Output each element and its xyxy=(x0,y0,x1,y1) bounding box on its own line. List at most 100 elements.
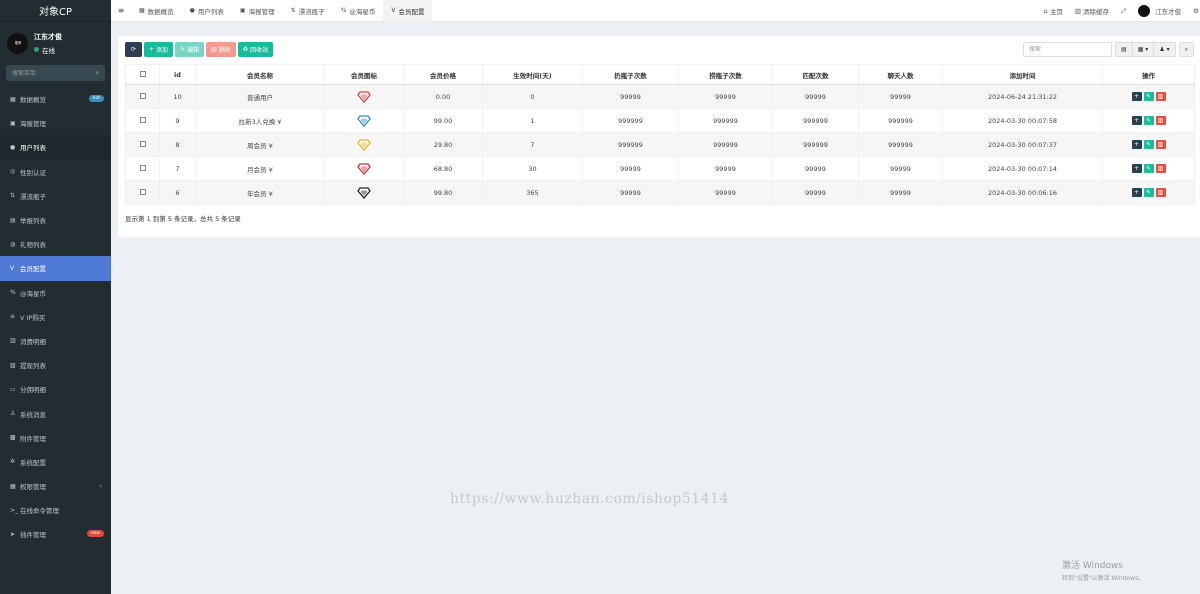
sidebar-item-message[interactable]: ♙ 系统消息 xyxy=(0,401,111,425)
sidebar-item-report[interactable]: ▤ 举报列表 xyxy=(0,208,111,232)
columns-button[interactable]: ▦ ▾ xyxy=(1131,42,1155,57)
export-button[interactable]: ♟ ▾ xyxy=(1153,42,1176,57)
column-header[interactable]: 会员名称 xyxy=(195,64,325,85)
sidebar-item-label: 系统消息 xyxy=(20,410,46,419)
cell-throw: 99999 xyxy=(582,180,679,205)
menu-toggle-icon[interactable]: ≡ xyxy=(111,6,131,15)
sidebar: 对象CP 推荐 江东才俊 在线 ⌕ ▦ 数据概览 hot ▣ 海报管理 ● 用户列表 ◎ 性别认… xyxy=(0,0,111,594)
fullscreen-icon[interactable]: ⤢ xyxy=(1115,7,1132,16)
sidebar-item-bottle[interactable]: ⇅ 漂流瓶子 xyxy=(0,184,111,208)
table-row[interactable]: 7 月会员 ¥68.80 30 99999 99999 99999 99999 2024-03… xyxy=(125,156,1195,181)
edit-button[interactable]: ✎ 编辑 xyxy=(175,42,205,57)
tab-bottle[interactable]: ⇅ 漂流瓶子 xyxy=(283,0,333,22)
tab-vip[interactable]: V 会员配置 xyxy=(383,0,433,22)
table-search-input[interactable] xyxy=(1023,42,1113,57)
column-header[interactable]: 操作 xyxy=(1102,64,1195,85)
sidebar-item-user[interactable]: ● 用户列表 xyxy=(0,135,111,160)
recycle-bin-button[interactable]: ♻ 回收站 xyxy=(237,42,274,57)
tab-poster[interactable]: ▣ 海报管理 xyxy=(232,0,283,22)
drag-button[interactable]: + xyxy=(1131,92,1142,101)
cell-price: 0.00 xyxy=(403,84,483,109)
delete-row-button[interactable]: ▥ xyxy=(1155,188,1166,197)
table-row[interactable]: 8 周会员 ¥29.80 7 999999 999999 999999 999999 2024… xyxy=(125,132,1195,157)
cell-pick: 99999 xyxy=(678,156,773,181)
tab-bar: ▦ 数据概览 ● 用户列表 ▣ 海报管理 ⇅ 漂流瓶子% @海星币 V 会员配置 xyxy=(131,0,433,22)
refresh-button[interactable]: ⟳ xyxy=(125,42,142,57)
sidebar-item-purchase[interactable]: ≡ V IP购买 xyxy=(0,305,111,329)
sidebar-item-gender[interactable]: ◎ 性别认证 xyxy=(0,160,111,184)
column-header[interactable]: 扔瓶子次数 xyxy=(582,64,679,85)
edit-row-button[interactable]: ✎ xyxy=(1143,140,1154,149)
column-header[interactable]: 会员价格 xyxy=(403,64,483,85)
delete-button[interactable]: ▥ 删除 xyxy=(206,42,236,57)
row-checkbox[interactable] xyxy=(139,140,146,147)
table-row[interactable]: 6 年会员 ¥99.80 365 99999 99999 99999 99999 2024-0… xyxy=(125,180,1195,205)
tab-label: 海报管理 xyxy=(248,7,275,16)
user-menu[interactable]: 江东才俊 xyxy=(1132,5,1187,17)
drag-button[interactable]: + xyxy=(1131,116,1142,125)
sidebar-item-gift[interactable]: ◍ 礼物列表 xyxy=(0,232,111,256)
sidebar-item-terminal[interactable]: >_ 在线命令管理 xyxy=(0,498,111,522)
home-link[interactable]: ⌂ 主页 xyxy=(1038,6,1069,16)
column-header[interactable]: 匹配次数 xyxy=(772,64,859,85)
row-checkbox[interactable] xyxy=(139,164,146,171)
cell-chat: 99999 xyxy=(858,84,943,109)
delete-row-button[interactable]: ▥ xyxy=(1155,140,1166,149)
toggle-view-button[interactable]: ▤ xyxy=(1115,42,1133,57)
sidebar-item-dashboard[interactable]: ▦ 数据概览 hot xyxy=(0,87,111,111)
row-checkbox[interactable] xyxy=(139,92,146,99)
drag-button[interactable]: + xyxy=(1131,140,1142,149)
drag-button[interactable]: + xyxy=(1131,164,1142,173)
settings-icon[interactable]: ⚙ xyxy=(1187,7,1200,15)
edit-row-button[interactable]: ✎ xyxy=(1143,188,1154,197)
sidebar-item-gear[interactable]: ✲ 系统配置 xyxy=(0,450,111,474)
new-badge: new xyxy=(86,530,104,538)
delete-row-button[interactable]: ▥ xyxy=(1155,116,1166,125)
search-icon[interactable]: ⌕ xyxy=(95,69,99,78)
menu-search-input[interactable] xyxy=(12,69,92,77)
column-header[interactable]: 添加时间 xyxy=(942,64,1103,85)
delete-row-button[interactable]: ▥ xyxy=(1155,164,1166,173)
tab-dashboard[interactable]: ▦ 数据概览 xyxy=(131,0,182,22)
sidebar-item-permission[interactable]: ▦ 权限管理 ‹ xyxy=(0,474,111,498)
actions-cell: + ✎ ▥ xyxy=(1102,108,1195,133)
row-select-cell xyxy=(125,180,160,205)
column-header[interactable]: 捞瓶子次数 xyxy=(678,64,773,85)
cell-name: 普通用户 xyxy=(195,84,325,109)
column-header[interactable]: id xyxy=(159,64,196,85)
sidebar-menu: ▦ 数据概览 hot ▣ 海报管理 ● 用户列表 ◎ 性别认证 ⇅ 漂流瓶子 ▤ 举报列表 ◍ 礼物列表 V 会… xyxy=(0,87,111,547)
column-header[interactable]: 聊天人数 xyxy=(858,64,943,85)
sidebar-item-consume[interactable]: ▥ 消费明细 xyxy=(0,329,111,353)
row-checkbox[interactable] xyxy=(139,188,146,195)
clear-cache-button[interactable]: ▥ 清除缓存 xyxy=(1069,6,1115,16)
edit-row-button[interactable]: ✎ xyxy=(1143,164,1154,173)
column-header[interactable]: 生效时间(天) xyxy=(482,64,583,85)
tab-user[interactable]: ● 用户列表 xyxy=(182,0,232,22)
sidebar-item-vip[interactable]: V 会员配置 xyxy=(0,256,111,281)
cell-time: 2024-03-30 00:07:37 xyxy=(942,132,1103,157)
sidebar-item-attachment[interactable]: ▩ 附件管理 xyxy=(0,426,111,450)
table-row[interactable]: 9 拉新3人兑换 ¥99.00 1 999999 999999 999999 999999 2… xyxy=(125,108,1195,133)
sidebar-item-coin[interactable]: % @海星币 xyxy=(0,281,111,305)
sidebar-item-commission[interactable]: ▭ 分佣明细 xyxy=(0,377,111,401)
delete-row-button[interactable]: ▥ xyxy=(1155,92,1166,101)
content-panel: ⟳ +添加 ✎编辑 ▥删除 ♻回收站 ▤ ▦ ▾ ♟ ▾ ⌕ id会员名称会员图… xyxy=(118,36,1200,237)
advanced-search-button[interactable]: ⌕ xyxy=(1178,42,1194,57)
cell-chat: 999999 xyxy=(858,108,943,133)
vip-diamond-icon xyxy=(357,114,371,127)
gender-icon: ◎ xyxy=(10,168,16,176)
drag-button[interactable]: + xyxy=(1131,188,1142,197)
edit-row-button[interactable]: ✎ xyxy=(1143,116,1154,125)
edit-row-button[interactable]: ✎ xyxy=(1143,92,1154,101)
row-checkbox[interactable] xyxy=(139,116,146,123)
add-button[interactable]: + 添加 xyxy=(144,42,174,57)
app-logo[interactable]: 对象CP xyxy=(0,0,111,22)
sidebar-item-plugin[interactable]: ➤ 插件管理 new xyxy=(0,522,111,546)
sidebar-item-poster[interactable]: ▣ 海报管理 xyxy=(0,111,111,135)
table-row[interactable]: 10 普通用户 0.00 0 99999 99999 99999 99999 2024-06-2… xyxy=(125,84,1195,109)
actions-cell: + ✎ ▥ xyxy=(1102,132,1195,157)
column-header[interactable]: 会员图标 xyxy=(324,64,404,85)
select-all-checkbox[interactable] xyxy=(139,70,146,77)
tab-coin[interactable]: % @海星币 xyxy=(333,0,384,22)
sidebar-item-withdraw[interactable]: ▧ 提现列表 xyxy=(0,353,111,377)
